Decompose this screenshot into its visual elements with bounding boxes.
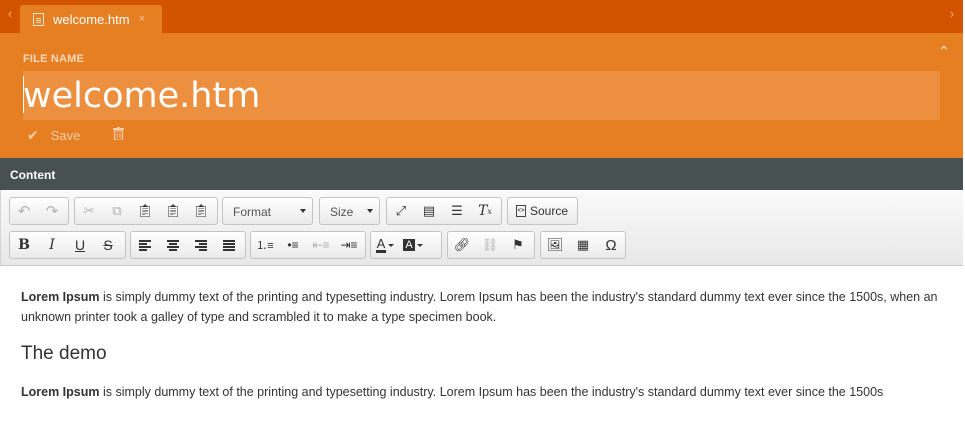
save-button[interactable]: ✔ Save bbox=[27, 127, 80, 144]
redo-icon[interactable]: ↷ bbox=[38, 198, 66, 224]
file-header: ⌃ FILE NAME ✔ Save bbox=[0, 33, 963, 158]
bold-icon[interactable]: B bbox=[10, 232, 38, 258]
delete-button[interactable] bbox=[113, 127, 124, 143]
tab-scroll-left-icon[interactable]: ‹ bbox=[3, 6, 17, 21]
size-dropdown[interactable]: Size bbox=[319, 197, 380, 225]
link-icon[interactable]: 🔗︎ bbox=[448, 232, 476, 258]
paragraph-2-bold: Lorem Ipsum bbox=[21, 385, 100, 399]
list-indent-group: ⒈≡ •≡ ⇤≡ ⇥≡ bbox=[250, 231, 366, 259]
strikethrough-icon[interactable]: S bbox=[94, 232, 122, 258]
format-label: Format bbox=[233, 205, 272, 219]
paragraph-1: Lorem Ipsum is simply dummy text of the … bbox=[21, 287, 946, 327]
indent-icon[interactable]: ⇥≡ bbox=[335, 232, 363, 258]
copy-icon[interactable]: ⧉ bbox=[103, 198, 131, 224]
bulleted-list-icon[interactable]: •≡ bbox=[279, 232, 307, 258]
content-heading: The demo bbox=[21, 343, 107, 364]
trash-icon bbox=[113, 127, 124, 141]
undo-redo-group: ↶ ↷ bbox=[9, 197, 69, 225]
paragraph-2-text: is simply dummy text of the printing and… bbox=[99, 385, 884, 399]
special-char-icon[interactable]: Ω bbox=[597, 232, 625, 258]
undo-icon[interactable]: ↶ bbox=[10, 198, 38, 224]
paragraph-2: Lorem Ipsum is simply dummy text of the … bbox=[21, 382, 946, 402]
text-color-icon[interactable]: A bbox=[371, 232, 399, 258]
clipboard-group: ✂ ⧉ 📋︎ 📋︎ 📋︎ bbox=[74, 197, 218, 225]
file-name-input[interactable] bbox=[23, 71, 940, 120]
content-section-header: Content bbox=[0, 158, 963, 190]
file-name-label: FILE NAME bbox=[23, 53, 85, 65]
tab-bar: ‹ welcome.htm × › bbox=[0, 0, 963, 33]
basic-styles-group: B I U S bbox=[9, 231, 126, 259]
tab-label: welcome.htm bbox=[53, 11, 130, 27]
alignment-group bbox=[130, 231, 246, 259]
tab-scroll-right-icon[interactable]: › bbox=[945, 6, 959, 21]
numbered-list-icon[interactable]: ⒈≡ bbox=[251, 232, 279, 258]
underline-icon[interactable]: U bbox=[66, 232, 94, 258]
image-icon[interactable]: 🖼︎ bbox=[541, 232, 569, 258]
source-label: Source bbox=[530, 204, 569, 218]
chevron-down-icon bbox=[367, 209, 373, 213]
align-right-icon[interactable] bbox=[187, 232, 215, 258]
paragraph-1-text: is simply dummy text of the printing and… bbox=[21, 290, 938, 324]
source-button[interactable]: <> Source bbox=[507, 197, 578, 225]
paste-word-icon[interactable]: 📋︎ bbox=[187, 198, 215, 224]
document-icon bbox=[33, 12, 44, 26]
remove-format-icon[interactable]: Tx bbox=[471, 198, 499, 224]
unlink-icon[interactable]: ⛓︎ bbox=[476, 232, 504, 258]
paragraph-1-bold: Lorem Ipsum bbox=[21, 290, 100, 304]
insert-group: 🖼︎ ▦ Ω bbox=[540, 231, 626, 259]
tab-welcome[interactable]: welcome.htm × bbox=[20, 5, 162, 33]
align-left-icon[interactable] bbox=[131, 232, 159, 258]
editor-toolbar: ↶ ↷ ✂ ⧉ 📋︎ 📋︎ 📋︎ Format Size ⤢ ▤ ☰ Tx <>… bbox=[0, 190, 963, 266]
table-icon[interactable]: ▦ bbox=[569, 232, 597, 258]
cut-icon[interactable]: ✂ bbox=[75, 198, 103, 224]
italic-icon[interactable]: I bbox=[38, 232, 66, 258]
check-icon: ✔ bbox=[27, 127, 39, 143]
outdent-icon[interactable]: ⇤≡ bbox=[307, 232, 335, 258]
align-justify-icon[interactable] bbox=[215, 232, 243, 258]
color-group: A A bbox=[370, 231, 442, 259]
format-dropdown[interactable]: Format bbox=[222, 197, 313, 225]
collapse-icon[interactable]: ⌃ bbox=[938, 43, 950, 60]
paste-icon[interactable]: 📋︎ bbox=[131, 198, 159, 224]
content-section-title: Content bbox=[10, 168, 56, 182]
anchor-flag-icon[interactable]: ⚑ bbox=[504, 232, 532, 258]
background-color-icon[interactable]: A bbox=[399, 232, 427, 258]
editor-content[interactable]: Lorem Ipsum is simply dummy text of the … bbox=[0, 267, 963, 440]
source-icon: <> bbox=[516, 205, 526, 217]
align-center-icon[interactable] bbox=[159, 232, 187, 258]
tools-group: ⤢ ▤ ☰ Tx bbox=[386, 197, 502, 225]
show-blocks-icon[interactable]: ▤ bbox=[415, 198, 443, 224]
link-group: 🔗︎ ⛓︎ ⚑ bbox=[447, 231, 535, 259]
tab-close-icon[interactable]: × bbox=[139, 13, 145, 25]
paste-text-icon[interactable]: 📋︎ bbox=[159, 198, 187, 224]
page-break-icon[interactable]: ☰ bbox=[443, 198, 471, 224]
text-cursor bbox=[23, 76, 24, 113]
size-label: Size bbox=[330, 205, 354, 219]
maximize-icon[interactable]: ⤢ bbox=[387, 198, 415, 224]
save-label: Save bbox=[50, 128, 81, 143]
chevron-down-icon bbox=[300, 209, 306, 213]
